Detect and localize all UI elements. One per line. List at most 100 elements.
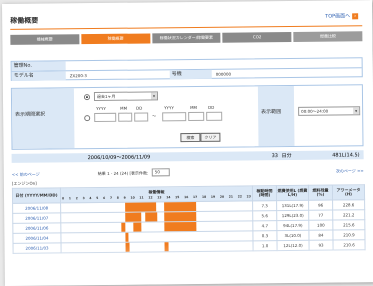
- tab-co2[interactable]: CO2: [222, 31, 292, 43]
- period-label: 表示期間選択: [15, 111, 46, 118]
- from-yyyy-label: YYYY: [96, 105, 106, 112]
- prev-page-link[interactable]: << 前のページ: [12, 172, 40, 178]
- time-range-select[interactable]: 00:00～24:00 ▾: [298, 106, 361, 116]
- tab-fuel-comparison[interactable]: 燃費比較: [293, 31, 363, 42]
- operation-bar: [125, 242, 130, 252]
- timeline-track: [62, 241, 253, 252]
- to-year-input[interactable]: [162, 112, 187, 122]
- hour-tick: 23: [246, 193, 251, 198]
- period-label-cell: 表示期間選択: [11, 88, 75, 149]
- period-custom-radio[interactable]: [84, 115, 91, 122]
- hour-tick: 4: [89, 195, 92, 200]
- page: 稼働概要 TOP画面へ › 機械概要 稼働概要 稼働状況カレンダー/稼働要素 C…: [2, 0, 373, 286]
- hour-tick: 22: [237, 193, 242, 199]
- operation-table: 日付 (YYYY/MM/DD) 稼働情報 0 1 2 3 4 5 6 7 8 9 10 11 12 13 1…: [12, 184, 366, 254]
- row-meter: 215.6: [332, 219, 365, 231]
- machine-info: 管理No. モデル名 ZX200-3 号機 000000: [10, 57, 363, 81]
- time-range-label: 表示範囲: [261, 109, 282, 116]
- period-preset-value: 過去1ヶ月: [96, 93, 116, 100]
- operation-bar: [120, 222, 126, 232]
- summary-days-unit: 日分: [281, 152, 292, 160]
- serial-label: 号機: [169, 69, 212, 80]
- chevron-down-icon: ▾: [353, 107, 360, 115]
- search-button[interactable]: 検索: [180, 132, 201, 143]
- hour-tick: 3: [82, 195, 85, 200]
- from-year-input[interactable]: [94, 112, 117, 123]
- row-fuel-amount: 77: [308, 210, 333, 221]
- row-date[interactable]: 2006/11/07: [12, 212, 61, 224]
- hour-tick: 16: [184, 194, 189, 199]
- summary-date-range: 2006/10/09～2006/11/09: [87, 154, 151, 162]
- mgmt-no-label: 管理No.: [11, 61, 66, 71]
- row-fuel: 94L(17.9): [276, 220, 309, 231]
- operation-bar: [164, 242, 170, 252]
- summary-days: 33: [271, 153, 279, 160]
- hour-tick: 20: [219, 194, 225, 199]
- hour-tick: 19: [210, 194, 216, 199]
- tab-operation-overview[interactable]: 稼働概要: [81, 33, 151, 45]
- operation-bar: [164, 221, 197, 232]
- time-range-label-cell: 表示範囲: [257, 85, 295, 147]
- arrow-right-icon[interactable]: ›: [352, 12, 359, 19]
- row-fuel-amount: 100: [308, 220, 333, 231]
- to-dd-label: DD: [208, 104, 215, 110]
- operation-bar: [124, 202, 157, 212]
- row-date[interactable]: 2006/11/08: [12, 202, 61, 214]
- to-mm-label: MM: [190, 104, 198, 111]
- page-title: 稼働概要: [10, 16, 39, 25]
- row-date[interactable]: 2006/11/04: [12, 232, 62, 244]
- hour-tick: 9: [123, 195, 126, 200]
- row-meter: 210.9: [332, 229, 365, 241]
- from-day-input[interactable]: [134, 112, 149, 122]
- serial-value: 000000: [215, 71, 232, 77]
- chevron-down-icon: ▾: [150, 92, 158, 100]
- hour-tick: 15: [175, 194, 180, 199]
- row-meter: 221.2: [332, 209, 365, 221]
- row-meter: 228.6: [332, 199, 365, 211]
- operation-bar: [132, 222, 141, 232]
- top-link[interactable]: TOP画面へ ›: [325, 12, 359, 20]
- summary-bar: 2006/10/09～2006/11/09 33 日分 481L(14.5): [11, 150, 364, 163]
- from-month-input[interactable]: [118, 112, 133, 122]
- tab-machine-overview[interactable]: 機械概要: [10, 34, 80, 45]
- to-month-input[interactable]: [188, 111, 205, 122]
- hour-tick: 0: [62, 195, 65, 200]
- next-page-link[interactable]: 次のページ >>: [336, 168, 364, 174]
- row-fuel: 131L(17.9): [276, 200, 309, 211]
- from-mm-label: MM: [120, 105, 128, 111]
- section-label: [エンジンOn]: [11, 180, 37, 186]
- period-preset-radio[interactable]: [83, 94, 91, 101]
- title-divider: [10, 25, 363, 30]
- hour-tick: 6: [103, 195, 106, 200]
- period-preset-select[interactable]: 過去1ヶ月 ▾: [93, 91, 159, 102]
- hour-tick: 10: [130, 195, 135, 200]
- filter-panel: 表示期間選択 過去1ヶ月 ▾ YYYY MM DD ～ YYYY MM DD 表…: [10, 84, 364, 150]
- clear-button[interactable]: クリア: [200, 132, 221, 142]
- hour-tick: 14: [166, 194, 171, 199]
- col-hours: 稼動時間 (時間): [252, 185, 277, 201]
- row-date[interactable]: 2006/11/06: [12, 222, 61, 234]
- hour-tick: 18: [201, 194, 207, 199]
- hour-tick: 17: [193, 194, 198, 199]
- top-link-label[interactable]: TOP画面へ: [325, 12, 350, 19]
- col-fuel: 燃費使用L (燃費L/H): [276, 185, 309, 201]
- row-hours: 0.3: [252, 230, 277, 241]
- row-date[interactable]: 2006/11/03: [13, 242, 62, 254]
- to-day-input[interactable]: [206, 111, 223, 121]
- hour-tick: 13: [157, 194, 162, 199]
- operation-bar: [144, 212, 157, 222]
- row-fuel-amount: 96: [308, 200, 333, 211]
- operation-bar: [124, 212, 141, 222]
- to-yyyy-label: YYYY: [164, 105, 174, 111]
- row-hours: 1.0: [252, 240, 278, 251]
- hour-tick: 12: [148, 194, 153, 199]
- tab-calendar[interactable]: 稼働状況カレンダー/稼働要素: [151, 32, 221, 44]
- per-page-select[interactable]: 50: [151, 168, 170, 177]
- row-fuel-amount: 84: [308, 230, 333, 241]
- operation-bar: [164, 201, 197, 212]
- from-dd-label: DD: [136, 105, 143, 111]
- hour-tick: 5: [96, 195, 99, 200]
- row-meter: 210.6: [332, 239, 366, 251]
- row-hours: 7.3: [252, 200, 277, 211]
- row-fuel: 12L(12.0): [276, 240, 310, 251]
